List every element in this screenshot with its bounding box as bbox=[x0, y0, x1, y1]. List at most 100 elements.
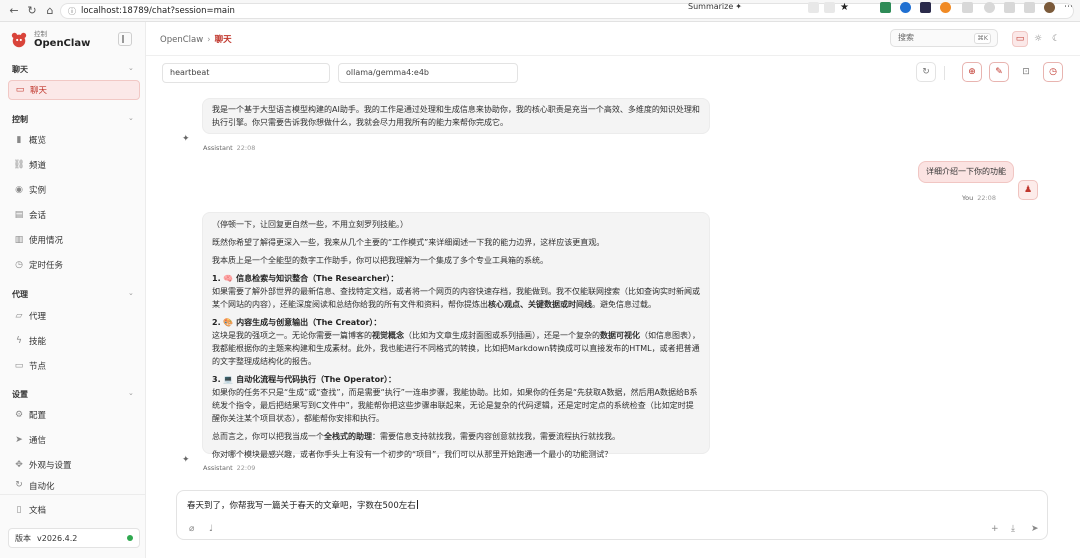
sidebar-item-label: 自动化 bbox=[29, 482, 55, 492]
sidebar-item-docs[interactable]: ▯ 文档 bbox=[8, 500, 140, 520]
blue-extension-icon[interactable] bbox=[900, 2, 911, 13]
sidebar-item-label: 通信 bbox=[29, 436, 47, 446]
brand: 控制 OpenClaw bbox=[10, 30, 90, 50]
summarize-button[interactable]: Summarize ✦ bbox=[688, 2, 742, 11]
gear-icon: ⚙ bbox=[14, 410, 24, 420]
add-icon[interactable]: + bbox=[991, 524, 999, 534]
message-paragraph: 你对哪个模块最感兴趣，或者你手头上有没有一个初步的“项目”，我们可以从那里开始跑… bbox=[212, 450, 613, 459]
section-chat[interactable]: 聊天 bbox=[12, 64, 28, 75]
session-select[interactable]: heartbeat bbox=[162, 63, 330, 83]
sidebar-item-config[interactable]: ⚙ 配置 bbox=[8, 405, 140, 425]
sidebar-item-label: 技能 bbox=[29, 337, 47, 347]
refresh-button[interactable]: ↻ bbox=[916, 62, 936, 82]
composer-input[interactable]: 春天到了，你帮我写一篇关于春天的文章吧，字数在500左右 bbox=[187, 499, 418, 511]
chevron-down-icon[interactable]: ⌄ bbox=[128, 389, 134, 397]
message-paragraph: 我本质上是一个全能型的数字工作助手，你可以把我理解为一个集成了多个专业工具箱的系… bbox=[212, 256, 548, 265]
translate-icon[interactable] bbox=[808, 2, 819, 13]
home-icon[interactable]: ⌂ bbox=[42, 3, 58, 19]
breadcrumb-root[interactable]: OpenClaw bbox=[160, 35, 203, 45]
sidebar-item-channels[interactable]: ⛓ 频道 bbox=[8, 155, 140, 175]
message-composer[interactable]: 春天到了，你帮我写一篇关于春天的文章吧，字数在500左右 ⌀ ♩ + ⤓ ➤ bbox=[176, 490, 1048, 540]
assistant-avatar-icon: ✦ bbox=[182, 134, 190, 144]
sidebar-item-overview[interactable]: ▮ 概览 bbox=[8, 130, 140, 150]
section-agent[interactable]: 代理 bbox=[12, 289, 28, 300]
sidebar-item-usage[interactable]: ▥ 使用情况 bbox=[8, 230, 140, 250]
dark-extension-icon[interactable] bbox=[920, 2, 931, 13]
attach-icon[interactable]: ⌀ bbox=[189, 524, 194, 534]
favorites-icon[interactable] bbox=[1004, 2, 1015, 13]
message-section: 1. 🧠 信息检索与知识整合（The Researcher）： 如果需要了解外部世… bbox=[212, 272, 700, 311]
bold-text: 全栈式的助理 bbox=[324, 432, 372, 441]
sidebar-item-sessions[interactable]: ▤ 会话 bbox=[8, 205, 140, 225]
section-heading: 1. 🧠 信息检索与知识整合（The Researcher）： bbox=[212, 274, 399, 283]
sidebar-item-appearance[interactable]: ✥ 外观与设置 bbox=[8, 455, 140, 475]
theme-dark-button[interactable]: ☾ bbox=[1048, 31, 1064, 47]
divider bbox=[0, 494, 145, 495]
sliders-icon: ✥ bbox=[15, 460, 23, 470]
breadcrumb-separator: › bbox=[207, 35, 211, 45]
orange-extension-icon[interactable] bbox=[940, 2, 951, 13]
sidebar-item-agents[interactable]: ▱ 代理 bbox=[8, 306, 140, 326]
thinking-toggle-button[interactable]: ⊕ bbox=[962, 62, 982, 82]
theme-light-button[interactable]: ☼ bbox=[1030, 31, 1046, 47]
bold-text: 数据可视化 bbox=[600, 331, 640, 340]
section-text: 如果你的任务不只是“生成”或“查找”，而是需要“执行”一连串步骤，我能协助。比如… bbox=[212, 388, 698, 423]
profile-avatar-icon[interactable] bbox=[1044, 2, 1055, 13]
chevron-down-icon[interactable]: ⌄ bbox=[128, 64, 134, 72]
message-meta: Assistant 22:09 bbox=[203, 464, 255, 472]
microphone-icon[interactable]: ♩ bbox=[209, 524, 213, 534]
usage-chart-icon: ▥ bbox=[14, 235, 24, 245]
sidebar-item-automation[interactable]: ↻ 自动化 bbox=[8, 480, 140, 492]
read-aloud-icon[interactable] bbox=[824, 2, 835, 13]
chevron-down-icon[interactable]: ⌄ bbox=[128, 114, 134, 122]
document-icon: ▤ bbox=[14, 210, 24, 220]
section-text: 总而言之，你可以把我当成一个 bbox=[212, 432, 324, 441]
chevron-down-icon[interactable]: ⌄ bbox=[128, 289, 134, 297]
download-icon[interactable]: ⤓ bbox=[1011, 524, 1015, 534]
monitor-icon: ▭ bbox=[1015, 34, 1025, 44]
sparkle-icon: ✦ bbox=[735, 2, 742, 11]
timestamp: 22:08 bbox=[977, 194, 996, 202]
collections-icon[interactable] bbox=[1024, 2, 1035, 13]
brand-name: OpenClaw bbox=[34, 38, 91, 49]
clock-icon: ◷ bbox=[1049, 67, 1057, 77]
assistant-avatar-icon: ✦ bbox=[182, 455, 190, 465]
chat-icon: ▭ bbox=[15, 85, 25, 95]
sidebar-item-chat[interactable]: ▭ 聊天 bbox=[8, 80, 140, 100]
sidebar-item-comms[interactable]: ➤ 通信 bbox=[8, 430, 140, 450]
sidebar-item-label: 代理 bbox=[29, 312, 47, 322]
user-avatar: ♟ bbox=[1018, 180, 1038, 200]
book-icon: ▯ bbox=[16, 505, 22, 515]
more-menu-icon[interactable]: ⋯ bbox=[1064, 2, 1075, 13]
section-control[interactable]: 控制 bbox=[12, 114, 28, 125]
tools-toggle-button[interactable]: ✎ bbox=[989, 62, 1009, 82]
favorite-star-icon[interactable]: ★ bbox=[840, 2, 851, 13]
divider bbox=[944, 66, 945, 80]
puzzle-icon[interactable] bbox=[984, 2, 995, 13]
theme-system-button[interactable]: ▭ bbox=[1012, 31, 1028, 47]
sidebar-collapse-button[interactable] bbox=[118, 32, 132, 46]
automation-icon: ↻ bbox=[15, 480, 23, 490]
composer-value: 春天到了，你帮我写一篇关于春天的文章吧，字数在500左右 bbox=[187, 501, 416, 511]
history-button[interactable]: ◷ bbox=[1043, 62, 1063, 82]
sun-icon: ☼ bbox=[1033, 34, 1043, 44]
search-input[interactable]: 搜索 ⌘K bbox=[890, 29, 998, 47]
site-info-icon[interactable]: ⓘ bbox=[65, 4, 79, 18]
tabs-icon[interactable] bbox=[962, 2, 973, 13]
section-settings[interactable]: 设置 bbox=[12, 389, 28, 400]
sidebar-item-label: 使用情况 bbox=[29, 236, 64, 246]
sidebar-item-cron[interactable]: ◷ 定时任务 bbox=[8, 255, 140, 275]
focus-mode-button[interactable]: ⊡ bbox=[1016, 62, 1036, 82]
send-icon[interactable]: ➤ bbox=[1031, 524, 1039, 534]
sidebar-item-instances[interactable]: ◉ 实例 bbox=[8, 180, 140, 200]
sidebar-item-nodes[interactable]: ▭ 节点 bbox=[8, 356, 140, 376]
section-text: ：需要信息支持就找我，需要内容创意就找我，需要流程执行就找我。 bbox=[372, 432, 620, 441]
reload-icon[interactable]: ↻ bbox=[24, 3, 40, 19]
model-select[interactable]: ollama/gemma4:e4b bbox=[338, 63, 518, 83]
sidebar-item-label: 概览 bbox=[29, 136, 47, 146]
brain-icon: ⊕ bbox=[968, 67, 976, 77]
back-icon[interactable]: ← bbox=[6, 3, 22, 19]
message-text: 我是一个基于大型语言模型构建的AI助手。我的工作是通过处理和生成信息来协助你，我… bbox=[212, 105, 700, 127]
sidebar-item-skills[interactable]: ϟ 技能 bbox=[8, 331, 140, 351]
shield-extension-icon[interactable] bbox=[880, 2, 891, 13]
